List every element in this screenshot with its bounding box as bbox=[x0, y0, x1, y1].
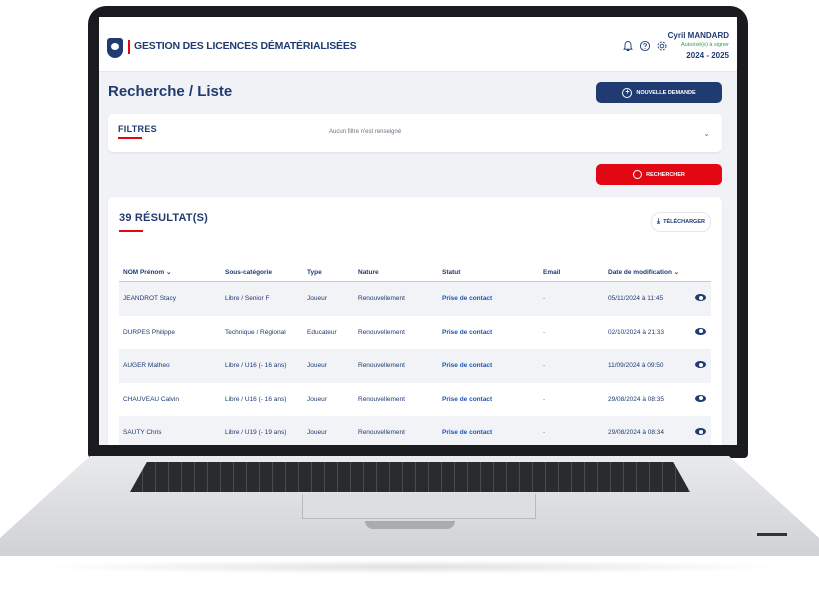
column-header-nature: Nature bbox=[354, 263, 438, 282]
cell-subcategory: Libre / Senior F bbox=[221, 281, 303, 316]
cell-status: Prise de contact bbox=[438, 382, 539, 416]
sort-chevron-icon[interactable]: ⌄ bbox=[166, 269, 171, 276]
cell-email: - bbox=[539, 315, 604, 349]
user-role: Autorisé(e) à signer bbox=[681, 42, 729, 48]
bell-icon[interactable] bbox=[622, 40, 634, 52]
cell-type: Educateur bbox=[303, 315, 354, 349]
cell-status: Prise de contact bbox=[438, 349, 539, 383]
cell-email: - bbox=[539, 416, 604, 445]
cell-email: - bbox=[539, 281, 604, 316]
chevron-down-icon[interactable]: ⌄ bbox=[703, 129, 710, 138]
cell-subcategory: Libre / U16 (- 16 ans) bbox=[221, 382, 303, 416]
gear-icon[interactable] bbox=[656, 40, 668, 52]
table-header-row: NOM Prénom ⌄ Sous-catégorie Type Nature … bbox=[119, 263, 711, 282]
cell-subcategory: Technique / Régional bbox=[221, 315, 303, 349]
cell-actions bbox=[691, 315, 711, 349]
sort-chevron-icon[interactable]: ⌄ bbox=[674, 269, 679, 276]
cell-nature: Renouvellement bbox=[354, 349, 438, 383]
cell-actions bbox=[691, 416, 711, 445]
plus-circle-icon: + bbox=[622, 87, 633, 98]
cell-type: Joueur bbox=[303, 281, 354, 316]
cell-nature: Renouvellement bbox=[354, 315, 438, 349]
cell-type: Joueur bbox=[303, 349, 354, 383]
cell-nature: Renouvellement bbox=[354, 382, 438, 416]
cell-actions bbox=[691, 382, 711, 416]
table-row[interactable]: JEANDROT Stacy Libre / Senior F Joueur R… bbox=[119, 281, 711, 316]
results-title: 39 RÉSULTAT(S) bbox=[119, 212, 208, 224]
laptop-trackpad bbox=[302, 494, 536, 519]
cell-status: Prise de contact bbox=[438, 315, 539, 349]
page-title: Recherche / Liste bbox=[108, 83, 233, 100]
eye-icon[interactable] bbox=[695, 394, 706, 402]
cell-actions bbox=[691, 281, 711, 316]
results-table: NOM Prénom ⌄ Sous-catégorie Type Nature … bbox=[119, 263, 711, 445]
laptop-indicator bbox=[757, 533, 787, 536]
download-button[interactable]: ⤓ TÉLÉCHARGER bbox=[651, 212, 711, 232]
cell-date: 29/08/2024 à 08:35 bbox=[604, 382, 691, 416]
new-request-button[interactable]: + NOUVELLE DEMANDE bbox=[596, 82, 722, 103]
cell-date: 11/09/2024 à 09:50 bbox=[604, 349, 691, 383]
search-label: RECHERCHER bbox=[646, 171, 685, 178]
app-title: GESTION DES LICENCES DÉMATÉRIALISÉES bbox=[134, 40, 357, 52]
brand-separator bbox=[128, 40, 130, 54]
season-label: 2024 - 2025 bbox=[686, 51, 729, 60]
cell-type: Joueur bbox=[303, 382, 354, 416]
cell-date: 05/11/2024 à 11:45 bbox=[604, 281, 691, 316]
user-name[interactable]: Cyril MANDARD bbox=[668, 31, 729, 40]
new-request-label: NOUVELLE DEMANDE bbox=[636, 89, 696, 96]
cell-nature: Renouvellement bbox=[354, 281, 438, 316]
eye-icon[interactable] bbox=[695, 294, 706, 302]
laptop-shadow bbox=[30, 560, 790, 574]
table-row[interactable]: SAUTY Chris Libre / U19 (- 19 ans) Joueu… bbox=[119, 416, 711, 445]
cell-actions bbox=[691, 349, 711, 383]
cell-status: Prise de contact bbox=[438, 416, 539, 445]
app-screen: GESTION DES LICENCES DÉMATÉRIALISÉES Cyr… bbox=[99, 17, 737, 445]
column-header-name[interactable]: NOM Prénom ⌄ bbox=[119, 263, 221, 282]
search-button[interactable]: RECHERCHER bbox=[596, 164, 722, 185]
cell-subcategory: Libre / U19 (- 19 ans) bbox=[221, 416, 303, 445]
eye-icon[interactable] bbox=[695, 361, 706, 369]
help-icon[interactable] bbox=[639, 40, 651, 52]
cell-date: 29/08/2024 à 08:34 bbox=[604, 416, 691, 445]
cell-subcategory: Libre / U16 (- 16 ans) bbox=[221, 349, 303, 383]
cell-name: JEANDROT Stacy bbox=[119, 281, 221, 316]
search-icon bbox=[633, 170, 643, 179]
app-header: GESTION DES LICENCES DÉMATÉRIALISÉES Cyr… bbox=[99, 17, 737, 72]
cell-email: - bbox=[539, 382, 604, 416]
cell-email: - bbox=[539, 349, 604, 383]
results-title-underline bbox=[119, 230, 143, 232]
filters-title-underline bbox=[118, 137, 142, 139]
cell-nature: Renouvellement bbox=[354, 416, 438, 445]
column-header-email: Email bbox=[539, 263, 604, 282]
download-label: TÉLÉCHARGER bbox=[663, 219, 705, 225]
column-header-status: Statut bbox=[438, 263, 539, 282]
eye-icon[interactable] bbox=[695, 327, 706, 335]
table-row[interactable]: CHAUVEAU Calvin Libre / U16 (- 16 ans) J… bbox=[119, 382, 711, 416]
column-header-date[interactable]: Date de modification ⌄ bbox=[604, 263, 691, 282]
filters-empty-message: Aucun filtre n'est renseigné bbox=[329, 129, 402, 135]
table-row[interactable]: AUGER Matheo Libre / U16 (- 16 ans) Joue… bbox=[119, 349, 711, 383]
cell-date: 02/10/2024 à 21:33 bbox=[604, 315, 691, 349]
laptop-keyboard bbox=[130, 462, 690, 492]
filters-title: FILTRES bbox=[118, 124, 157, 134]
filters-panel[interactable]: FILTRES Aucun filtre n'est renseigné ⌄ bbox=[108, 114, 722, 152]
cell-status: Prise de contact bbox=[438, 281, 539, 316]
cell-name: AUGER Matheo bbox=[119, 349, 221, 383]
laptop-notch bbox=[365, 521, 455, 529]
cell-type: Joueur bbox=[303, 416, 354, 445]
column-header-type: Type bbox=[303, 263, 354, 282]
table-row[interactable]: DURPES Philippe Technique / Régional Edu… bbox=[119, 315, 711, 349]
eye-icon[interactable] bbox=[695, 428, 706, 436]
download-icon: ⤓ bbox=[657, 218, 661, 225]
cell-name: CHAUVEAU Calvin bbox=[119, 382, 221, 416]
federation-logo-icon bbox=[107, 38, 123, 58]
cell-name: DURPES Philippe bbox=[119, 315, 221, 349]
column-header-actions bbox=[691, 263, 711, 282]
results-panel: 39 RÉSULTAT(S) ⤓ TÉLÉCHARGER NOM Prénom … bbox=[108, 197, 722, 445]
cell-name: SAUTY Chris bbox=[119, 416, 221, 445]
column-header-subcategory: Sous-catégorie bbox=[221, 263, 303, 282]
